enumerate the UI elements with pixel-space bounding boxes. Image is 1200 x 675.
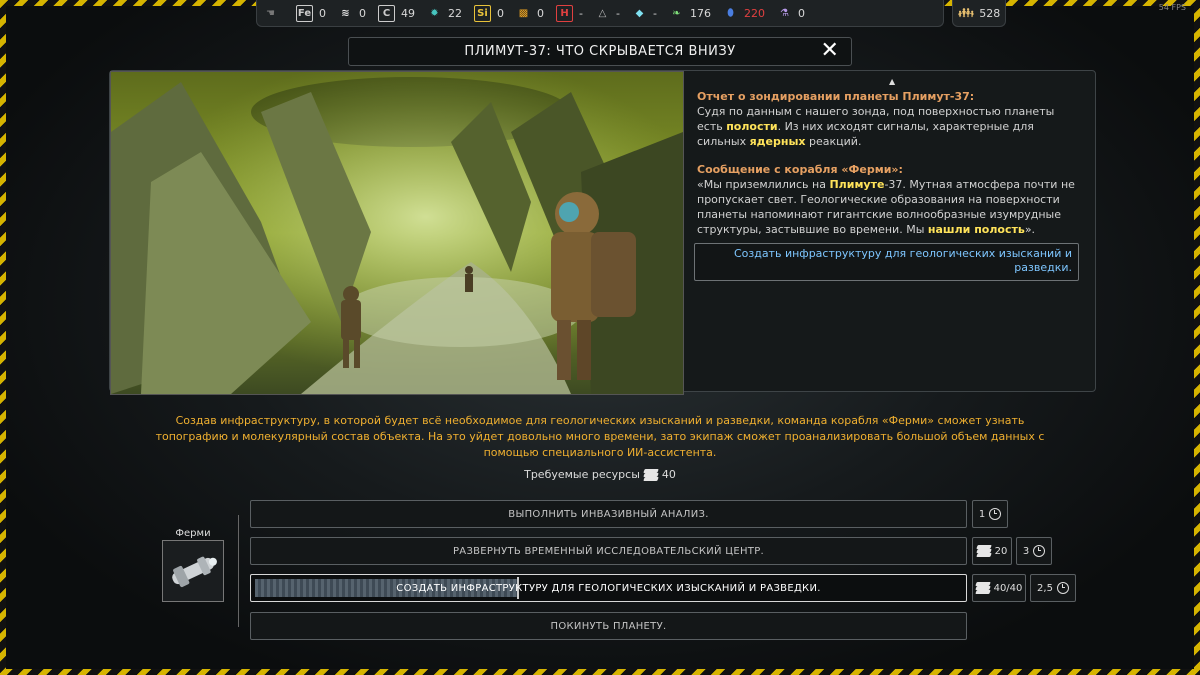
highlight-cavities: полости: [726, 120, 778, 133]
radiation-icon: △: [598, 7, 607, 19]
resource-silicon[interactable]: Si 0: [468, 0, 510, 26]
resource-layers[interactable]: ≋ 0: [332, 0, 372, 26]
hydrogen-icon: H: [556, 4, 573, 22]
cost-value: 40/40: [993, 582, 1023, 594]
required-value: 40: [661, 468, 676, 481]
population-counter: 👪︎ 528: [952, 0, 1006, 27]
resource-cost-tag: 40/40: [972, 574, 1026, 602]
resource-iron[interactable]: Fe 0: [290, 0, 332, 26]
resource-chip[interactable]: ▩ 0: [510, 0, 550, 26]
flask-icon: ⚗: [779, 7, 789, 19]
resource-carbon[interactable]: C 49: [372, 0, 421, 26]
time-value: 1: [978, 508, 986, 520]
dialog-title: ПЛИМУТ-37: ЧТО СКРЫВАЕТСЯ ВНИЗУ: [464, 44, 736, 59]
required-label: Требуемые ресурсы: [524, 468, 640, 481]
dialog-title-bar: ПЛИМУТ-37: ЧТО СКРЫВАЕТСЯ ВНИЗУ ✕: [348, 37, 852, 66]
highlight-found-cavity: нашли полость: [927, 223, 1025, 236]
clock-icon: [1056, 582, 1069, 594]
event-panel: ▲ Отчет о зондировании планеты Плимут-37…: [109, 70, 1096, 395]
time-value: 3: [1022, 545, 1030, 557]
clock-icon: [989, 508, 1002, 520]
resource-value: 176: [689, 6, 711, 20]
resource-radiation[interactable]: △ -: [589, 0, 626, 26]
resource-value: 0: [359, 6, 366, 20]
chip-icon: ▩: [518, 7, 529, 19]
resource-cost-tag: 20: [972, 537, 1012, 565]
people-icon: 👪︎: [957, 5, 975, 21]
time-cost-tag: 3: [1016, 537, 1052, 565]
clock-icon: [1033, 545, 1046, 557]
option-label: ПОКИНУТЬ ПЛАНЕТУ.: [550, 620, 667, 632]
option-invasive-analysis[interactable]: ВЫПОЛНИТЬ ИНВАЗИВНЫЙ АНАЛИЗ.: [250, 500, 967, 528]
layers-icon: [974, 582, 991, 594]
hand-icon: ☚: [266, 7, 275, 19]
choice-description: Создав инфраструктуру, в которой будет в…: [155, 414, 1045, 459]
layers-icon: [643, 468, 659, 481]
report-heading-ship: Сообщение с корабля «Ферми»:: [697, 163, 903, 176]
carbon-icon: C: [378, 4, 395, 22]
ship-name: Ферми: [175, 528, 211, 539]
resource-flask[interactable]: ⚗ 0: [771, 0, 811, 26]
report-heading-probe: Отчет о зондировании планеты Плимут-37:: [697, 90, 975, 103]
resource-value: 0: [319, 6, 326, 20]
population-value: 528: [979, 6, 1001, 20]
event-illustration: [110, 71, 684, 395]
selected-choice-box[interactable]: Создать инфраструктуру для геологических…: [694, 243, 1079, 281]
option-label: РАЗВЕРНУТЬ ВРЕМЕННЫЙ ИССЛЕДОВАТЕЛЬСКИЙ Ц…: [452, 545, 765, 557]
option-leave-planet[interactable]: ПОКИНУТЬ ПЛАНЕТУ.: [250, 612, 967, 640]
leaf-icon: ❧: [672, 7, 681, 19]
gear-icon: ✹: [430, 7, 439, 19]
report-text-segment: реакций.: [805, 135, 862, 148]
ship-portrait[interactable]: [162, 540, 224, 602]
resource-energy[interactable]: ⬮ 220: [717, 0, 771, 26]
resource-value: 0: [497, 6, 504, 20]
layers-icon: [975, 545, 992, 557]
option-label: ВЫПОЛНИТЬ ИНВАЗИВНЫЙ АНАЛИЗ.: [508, 508, 709, 520]
resource-value: 0: [537, 6, 544, 20]
silicon-icon: Si: [474, 4, 491, 22]
option-geological-infrastructure[interactable]: СОЗДАТЬ ИНФРАСТРУКТУРУ ДЛЯ ГЕОЛОГИЧЕСКИХ…: [250, 574, 967, 602]
resource-bar: ☚ Fe 0 ≋ 0 C 49 ✹ 22 Si 0 ▩ 0 H - △ - ◆ - ❧ 176 ⬮ 220 ⚗ 0: [256, 0, 944, 27]
option-label: СОЗДАТЬ ИНФРАСТРУКТУРУ ДЛЯ ГЕОЛОГИЧЕСКИХ…: [396, 582, 821, 594]
required-resources: Требуемые ресурсы 40: [0, 468, 1200, 481]
time-value: 2,5: [1037, 582, 1053, 594]
crystal-icon: ◆: [635, 7, 644, 19]
resource-hydrogen[interactable]: H-: [550, 0, 589, 26]
fps-counter: 54 FPS: [1158, 3, 1186, 12]
resource-leaf[interactable]: ❧ 176: [663, 0, 717, 26]
cost-value: 20: [994, 545, 1008, 557]
resource-value: -: [615, 6, 620, 20]
time-cost-tag: 2,5: [1030, 574, 1076, 602]
scroll-up-icon[interactable]: ▲: [889, 77, 895, 86]
energy-icon: ⬮: [727, 7, 734, 19]
resource-value: -: [579, 6, 583, 20]
report-text-segment: «Мы приземлились на: [697, 178, 830, 191]
highlight-planet: Плимуте: [829, 178, 885, 191]
resource-gear[interactable]: ✹ 22: [421, 0, 468, 26]
iron-icon: Fe: [296, 4, 313, 22]
resource-value: 220: [743, 6, 765, 20]
report-text-segment: ».: [1024, 223, 1036, 236]
report-text: Отчет о зондировании планеты Плимут-37: …: [697, 89, 1077, 250]
divider: [238, 515, 239, 627]
time-cost-tag: 1: [972, 500, 1008, 528]
resource-value: -: [652, 6, 657, 20]
layers-icon: ≋: [341, 7, 350, 19]
resource-hand[interactable]: ☚: [257, 0, 290, 26]
option-research-center[interactable]: РАЗВЕРНУТЬ ВРЕМЕННЫЙ ИССЛЕДОВАТЕЛЬСКИЙ Ц…: [250, 537, 967, 565]
close-icon[interactable]: ✕: [819, 40, 841, 63]
resource-value: 49: [401, 6, 415, 20]
resource-crystal[interactable]: ◆ -: [626, 0, 663, 26]
resource-value: 0: [797, 6, 805, 20]
resource-value: 22: [448, 6, 462, 20]
highlight-nuclear: ядерных: [749, 135, 806, 148]
